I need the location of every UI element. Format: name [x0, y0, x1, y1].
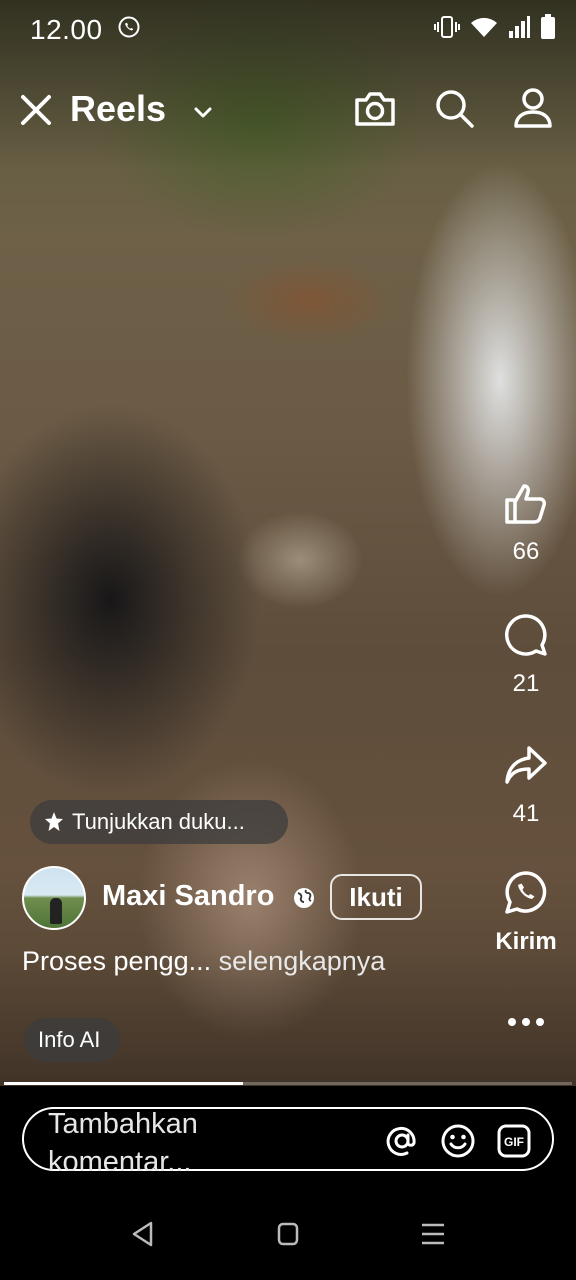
- chevron-down-icon[interactable]: [192, 102, 214, 124]
- follow-button[interactable]: Ikuti: [330, 874, 422, 920]
- camera-icon[interactable]: [352, 86, 398, 132]
- like-button[interactable]: 66: [476, 480, 576, 566]
- more-icon: [508, 1018, 544, 1026]
- close-icon[interactable]: [18, 92, 54, 128]
- post-caption[interactable]: Proses pengg... selengkapnya: [22, 946, 385, 977]
- comment-input[interactable]: Tambahkan komentar... GIF: [22, 1107, 554, 1171]
- vibrate-icon: [434, 16, 460, 38]
- like-count: 66: [512, 538, 540, 565]
- gif-icon[interactable]: GIF: [496, 1123, 532, 1159]
- support-chip-label: Tunjukkan duku...: [72, 809, 245, 834]
- battery-icon: [541, 14, 555, 39]
- whatsapp-send-icon: [505, 871, 547, 914]
- video-progress-fill: [4, 1082, 243, 1085]
- username[interactable]: Maxi Sandro: [102, 880, 274, 913]
- comment-placeholder: Tambahkan komentar...: [48, 1108, 198, 1171]
- status-time: 12.00: [30, 14, 103, 45]
- whatsapp-icon: [118, 16, 140, 38]
- support-chip[interactable]: Tunjukkan duku...: [30, 800, 288, 844]
- caption-text: Proses pengg...: [22, 946, 212, 976]
- signal-icon: [509, 16, 530, 38]
- profile-icon[interactable]: [512, 86, 554, 130]
- nav-back-icon[interactable]: [130, 1220, 156, 1248]
- send-whatsapp-button[interactable]: Kirim: [476, 870, 576, 956]
- status-bar: 12.00: [0, 0, 576, 58]
- share-button[interactable]: 41: [476, 742, 576, 828]
- share-icon: [505, 746, 547, 784]
- globe-icon: [294, 888, 314, 908]
- more-button[interactable]: [476, 1012, 576, 1032]
- avatar[interactable]: [22, 866, 86, 930]
- comment-count: 21: [512, 670, 540, 697]
- nav-home-icon[interactable]: [276, 1220, 300, 1248]
- svg-text:GIF: GIF: [504, 1135, 524, 1149]
- mention-icon[interactable]: [384, 1123, 420, 1159]
- emoji-icon[interactable]: [440, 1123, 476, 1159]
- author-row: Maxi Sandro Ikuti: [22, 866, 462, 930]
- video-progress[interactable]: [4, 1082, 572, 1085]
- reels-header: Reels: [0, 80, 576, 142]
- system-nav-bar: [0, 1190, 576, 1280]
- see-more-link[interactable]: selengkapnya: [219, 946, 386, 976]
- wifi-icon: [471, 17, 497, 37]
- comment-button[interactable]: 21: [476, 612, 576, 698]
- send-label: Kirim: [495, 928, 557, 955]
- sparkle-icon: [45, 812, 63, 831]
- like-icon: [505, 484, 546, 524]
- comment-icon: [505, 614, 547, 656]
- ai-info-button[interactable]: Info AI: [24, 1018, 121, 1062]
- search-icon[interactable]: [432, 86, 476, 130]
- page-title[interactable]: Reels: [70, 88, 166, 130]
- nav-menu-icon[interactable]: [420, 1220, 446, 1248]
- share-count: 41: [512, 800, 540, 827]
